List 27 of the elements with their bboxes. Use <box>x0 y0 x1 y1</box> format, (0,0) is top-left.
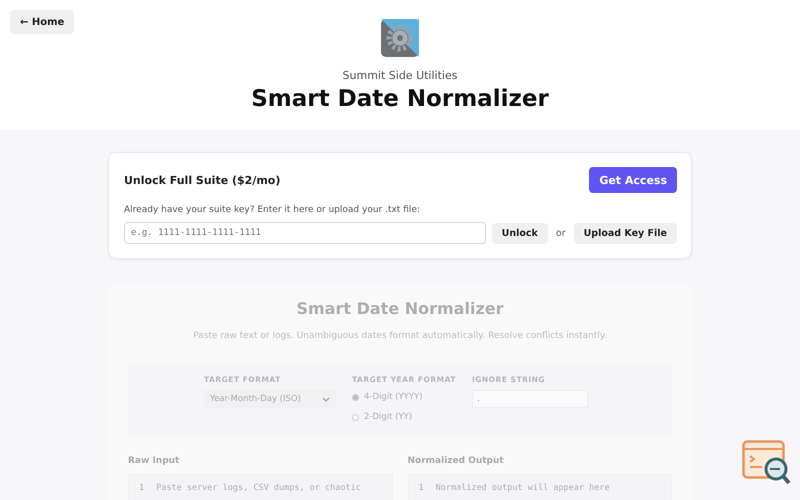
page-title: Smart Date Normalizer <box>251 86 549 112</box>
gear-icon <box>381 19 419 57</box>
brand-name: Summit Side Utilities <box>342 69 458 82</box>
get-access-button[interactable]: Get Access <box>589 167 677 193</box>
key-field[interactable]: e.g. 1111-1111-1111-1111 <box>124 222 486 244</box>
chevron-down-icon <box>322 396 330 402</box>
upload-key-button[interactable]: Upload Key File <box>574 222 677 244</box>
pane-label: Normalized Output <box>408 456 505 466</box>
pane-label: Raw Input <box>128 456 180 466</box>
key-hint: Already have your suite key? Enter it here or upload your .txt file: <box>124 205 421 215</box>
code-editor[interactable]: 1 Normalized output will appear here <box>408 474 672 500</box>
year-radio[interactable]: 4-Digit (YYYY) <box>352 390 456 404</box>
code-editor[interactable]: 1 Paste server logs, CSV dumps, or chaotic <box>128 474 392 500</box>
ignore-field[interactable]: . <box>472 390 588 408</box>
or-label: or <box>554 228 567 238</box>
editor-text: Normalized output will appear here <box>436 483 610 495</box>
unlock-title: Unlock Full Suite ($2/mo) <box>124 174 280 186</box>
line-number: 1 <box>139 483 144 495</box>
editor-text: Paste server logs, CSV dumps, or chaotic <box>156 483 361 495</box>
line-number: 1 <box>418 483 424 495</box>
unlock-button[interactable]: Unlock <box>492 222 548 244</box>
year-radio[interactable]: 2-Digit (YY) <box>352 410 456 424</box>
tool-title: Smart Date Normalizer <box>296 299 504 318</box>
format-select[interactable]: Year-Month-Day (ISO) <box>204 390 336 408</box>
window-search-icon[interactable] <box>742 440 792 486</box>
home-button[interactable]: ← Home <box>10 10 74 34</box>
tool-subtitle: Paste raw text or logs. Unambiguous dates format automatically. Resolve conflicts instantly. <box>193 331 607 341</box>
